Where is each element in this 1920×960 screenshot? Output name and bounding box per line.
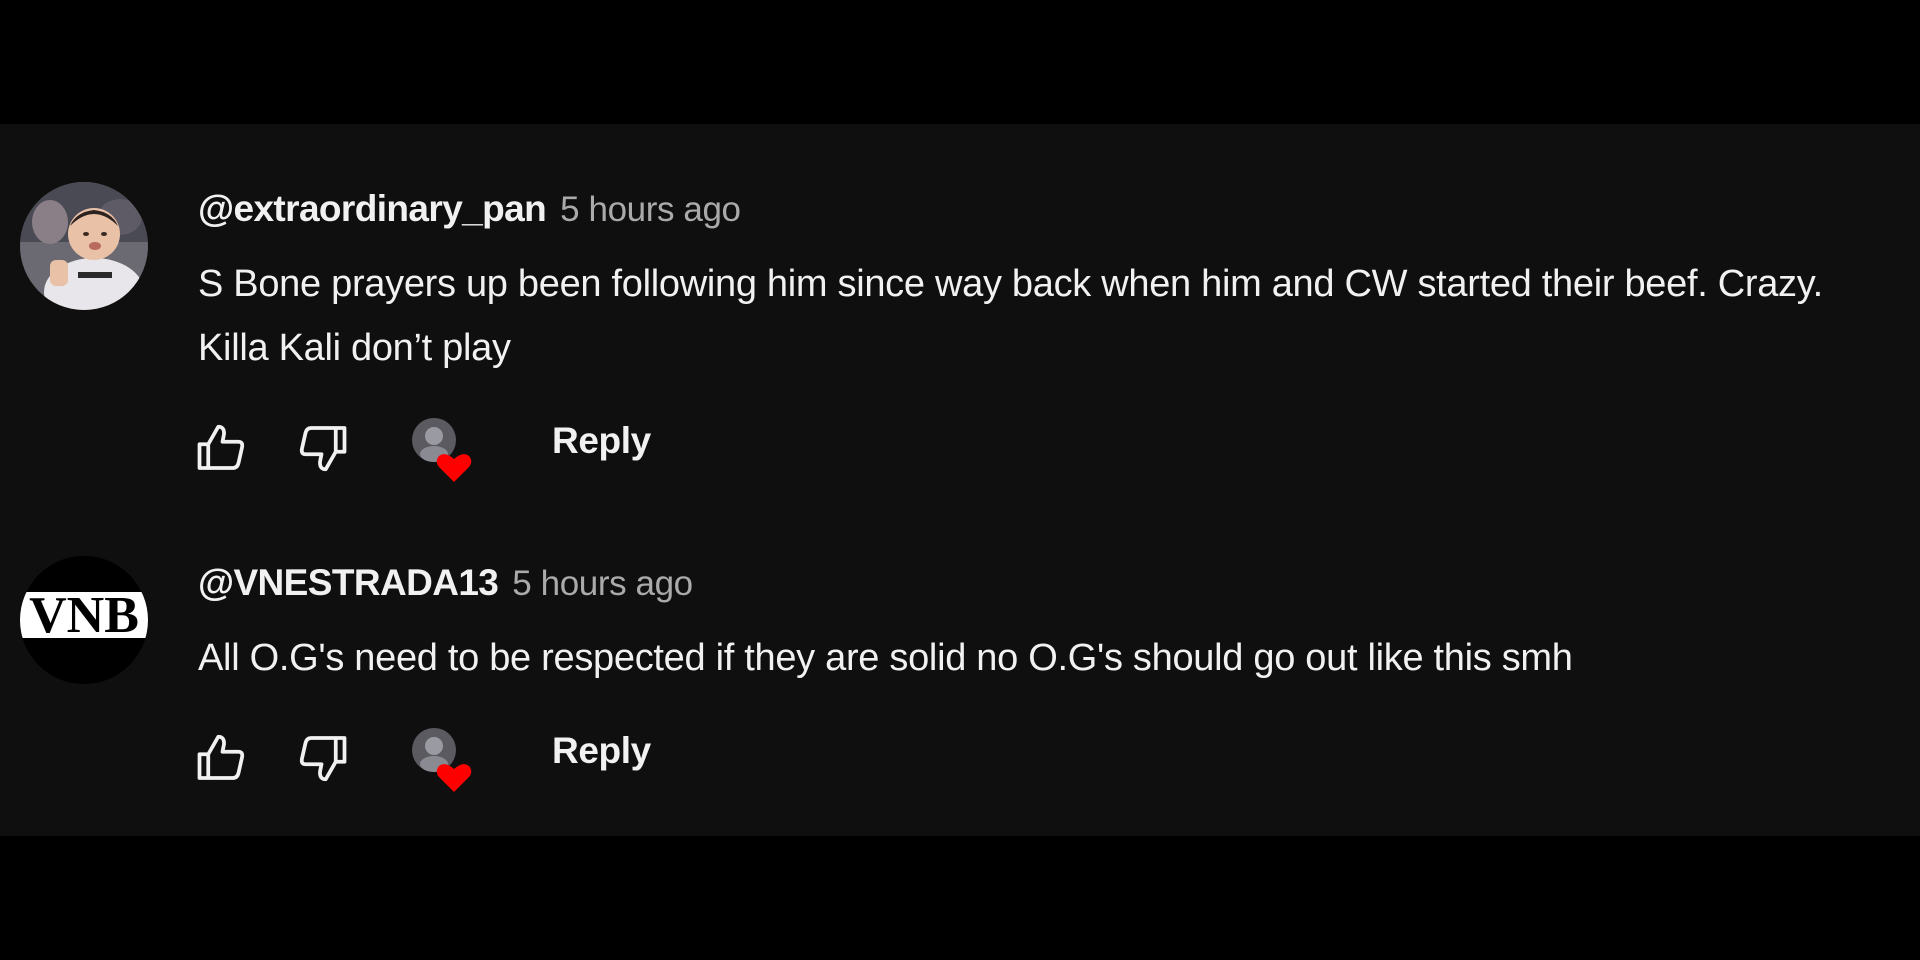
comment-timestamp[interactable]: 5 hours ago xyxy=(512,564,693,604)
creator-heart-badge[interactable] xyxy=(408,416,478,486)
avatar[interactable]: VNB xyxy=(20,556,148,684)
comment-text: S Bone prayers up been following him sin… xyxy=(198,263,1823,369)
svg-text:VNB: VNB xyxy=(29,587,139,644)
creator-heart-badge[interactable] xyxy=(408,726,478,796)
avatar-photo xyxy=(20,182,148,310)
avatar[interactable] xyxy=(20,182,148,310)
dislike-button[interactable] xyxy=(290,726,354,790)
creator-heart-icon xyxy=(412,728,472,792)
dislike-button[interactable] xyxy=(290,416,354,480)
comment-thread: VNB @VNESTRADA13 5 hours ago All O.G's n… xyxy=(0,538,1920,848)
comment-author[interactable]: @extraordinary_pan xyxy=(198,188,547,230)
vnb-logo-avatar: VNB xyxy=(20,556,148,684)
comment-timestamp[interactable]: 5 hours ago xyxy=(560,190,741,230)
comment-author[interactable]: @VNESTRADA13 xyxy=(198,562,499,604)
like-button[interactable] xyxy=(190,416,254,480)
comments-panel: @extraordinary_pan 5 hours ago S Bone pr… xyxy=(0,124,1920,836)
thumbs-up-icon xyxy=(197,424,245,470)
comment-thread: @extraordinary_pan 5 hours ago S Bone pr… xyxy=(0,164,1920,482)
thumbs-down-icon xyxy=(299,426,347,472)
comment-actions: Reply xyxy=(190,416,990,486)
thumbs-up-icon xyxy=(197,734,245,780)
thumbs-down-icon xyxy=(299,736,347,782)
comment-header: @VNESTRADA13 5 hours ago xyxy=(198,562,693,604)
reply-button[interactable]: Reply xyxy=(552,420,651,462)
comment-text: All O.G's need to be respected if they a… xyxy=(198,637,1573,679)
reply-button[interactable]: Reply xyxy=(552,730,651,772)
comment-actions: Reply xyxy=(190,726,990,796)
creator-heart-icon xyxy=(412,418,472,482)
like-button[interactable] xyxy=(190,726,254,790)
comment-header: @extraordinary_pan 5 hours ago xyxy=(198,188,741,230)
